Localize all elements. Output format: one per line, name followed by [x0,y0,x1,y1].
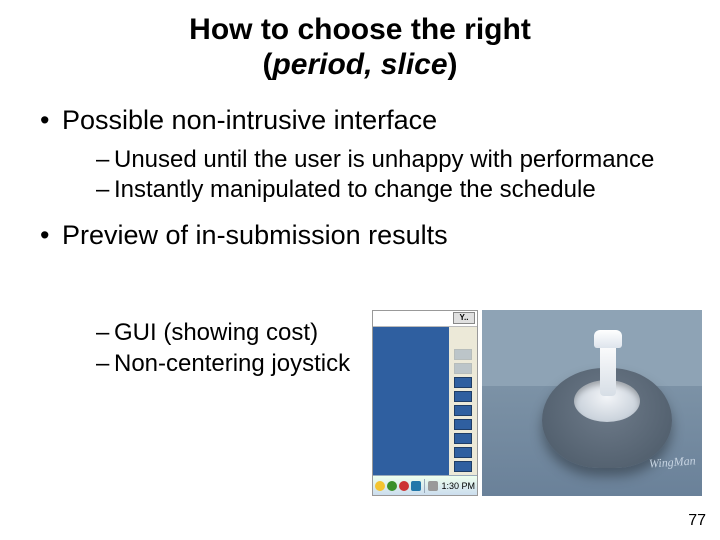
meter-bar [454,433,472,444]
bullet-2: •Preview of in-submission results [40,220,710,251]
bullet-1-sub-2-text: Instantly manipulated to change the sche… [114,176,596,203]
title-line-1: How to choose the right [10,12,710,47]
bullet-dot-icon: • [40,220,62,251]
meter-bar [454,405,472,416]
paren-close: ) [448,48,458,81]
bullet-1-sub-2: –Instantly manipulated to change the sch… [96,176,710,204]
joystick-cap [594,330,622,348]
bullet-2-text: Preview of in-submission results [62,220,448,250]
dash-icon: – [96,176,114,204]
gui-titlebar: Y.. [373,311,477,327]
bullet-2-sub-1: –GUI (showing cost) [96,318,366,349]
bullet-1-sub-1-text: Unused until the user is unhappy with pe… [114,146,654,173]
meter-bar [454,391,472,402]
slide-title: How to choose the right (period, slice) [10,12,710,83]
gui-bar-meter [449,327,477,475]
tray-separator-icon [424,479,425,493]
meter-bar [454,461,472,472]
tray-app-icon [375,481,385,491]
title-word-period: period [272,48,364,81]
tray-app-icon [387,481,397,491]
gui-screenshot: Y.. $50 [372,310,478,496]
meter-bar [454,377,472,388]
meter-bar [454,447,472,458]
y-button-icon: Y.. [453,312,475,324]
gui-main-panel [373,327,451,475]
tray-app-icon [411,481,421,491]
bullet-list: •Possible non-intrusive interface –Unuse… [40,105,710,252]
title-line-2: (period, slice) [10,47,710,82]
bullet-2-sub-2: –Non-centering joystick [96,349,366,380]
bullet-1: •Possible non-intrusive interface [40,105,710,136]
meter-bar [454,349,472,360]
title-sep: , [364,48,381,81]
bullet-2-sub-list: –GUI (showing cost) –Non-centering joyst… [96,318,366,379]
tray-status-icon [428,481,438,491]
bullet-2-sub-2-text: Non-centering joystick [114,350,350,377]
clock: 1:30 PM [441,481,475,491]
page-number: 77 [688,512,706,530]
tray-app-icon [399,481,409,491]
dash-icon: – [96,146,114,174]
meter-bar [454,419,472,430]
bullet-1-sub-1: –Unused until the user is unhappy with p… [96,146,710,174]
paren-open: ( [262,48,272,81]
dash-icon: – [96,349,114,380]
joystick-photo: WingMan [482,310,702,496]
taskbar: 1:30 PM [373,475,477,495]
title-word-slice: slice [381,48,448,81]
image-group: Y.. $50 [372,310,702,496]
meter-bar [454,363,472,374]
bullet-dot-icon: • [40,105,62,136]
system-tray: 1:30 PM [424,479,475,493]
slide: How to choose the right (period, slice) … [0,0,720,540]
bullet-2-sub-1-text: GUI (showing cost) [114,319,318,346]
dash-icon: – [96,318,114,349]
joystick-shaft [600,340,616,396]
bullet-1-text: Possible non-intrusive interface [62,105,437,135]
